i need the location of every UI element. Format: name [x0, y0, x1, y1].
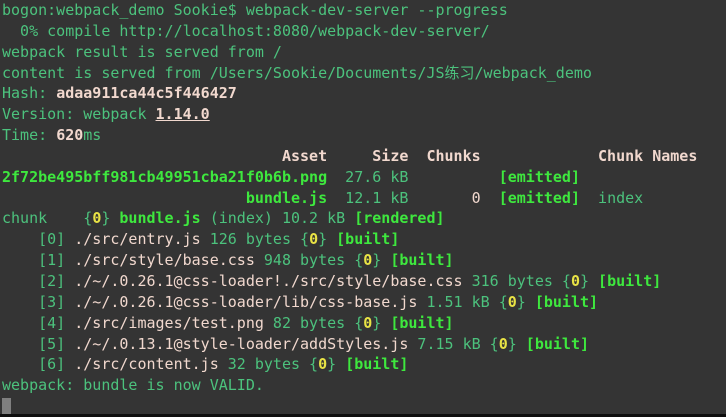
terminal-line: bogon:webpack_demo Sookie$ webpack-dev-s… [2, 0, 726, 21]
terminal-line: 0% compile http://localhost:8080/webpack… [2, 21, 726, 42]
text-segment: ./src/content.js [74, 355, 219, 373]
text-segment: Asset Size Chunks Chunk Names [2, 147, 697, 165]
terminal-line: [6] ./src/content.js 32 bytes {0} [built… [2, 354, 726, 375]
text-segment: [built] [336, 230, 399, 248]
terminal-screen[interactable]: bogon:webpack_demo Sookie$ webpack-dev-s… [2, 0, 726, 417]
text-segment: [2] [2, 272, 74, 290]
text-segment: 12.1 kB [327, 189, 408, 207]
terminal-line: [0] ./src/entry.js 126 bytes {0} [built] [2, 229, 726, 250]
text-segment: [emitted] [499, 168, 580, 186]
text-segment: } [327, 355, 345, 373]
text-segment: webpack: bundle is now VALID. [2, 376, 264, 394]
text-segment: 7.15 kB { [408, 335, 498, 353]
text-segment: 0 [363, 314, 372, 332]
terminal-line: webpack: bundle is now VALID. [2, 375, 726, 396]
text-segment: } [372, 251, 390, 269]
text-segment: Hash: [2, 84, 56, 102]
text-segment: 0 [508, 293, 517, 311]
terminal-line: Hash: adaa911ca44c5f446427 [2, 83, 726, 104]
text-segment: 0 [408, 189, 480, 207]
text-segment: [built] [390, 314, 453, 332]
text-segment: [3] [2, 293, 74, 311]
text-segment: [built] [598, 272, 661, 290]
text-segment: ms [83, 126, 101, 144]
text-segment: index [580, 189, 643, 207]
text-segment: adaa911ca44c5f446427 [56, 84, 237, 102]
text-segment: 32 bytes { [219, 355, 318, 373]
text-segment: bogon:webpack_demo Sookie$ webpack-dev-s… [2, 1, 508, 19]
text-segment: 0% compile http://localhost:8080/webpack… [2, 22, 490, 40]
text-segment: (index) 10.2 kB [201, 209, 355, 227]
terminal-line: Asset Size Chunks Chunk Names [2, 146, 726, 167]
text-segment: 1.14.0 [156, 105, 210, 123]
text-segment: 0 [309, 230, 318, 248]
text-segment: [6] [2, 355, 74, 373]
text-segment: [1] [2, 251, 74, 269]
text-segment: } [318, 230, 336, 248]
text-segment: 316 bytes { [463, 272, 571, 290]
text-segment: } [580, 272, 598, 290]
text-segment: ./~/.0.13.1@style-loader/addStyles.js [74, 335, 408, 353]
text-segment: 620 [56, 126, 83, 144]
text-segment: [built] [390, 251, 453, 269]
text-segment: 0 [499, 335, 508, 353]
text-segment: [5] [2, 335, 74, 353]
text-segment: 27.6 kB [327, 168, 499, 186]
text-segment: } [508, 335, 526, 353]
terminal-line: Version: webpack 1.14.0 [2, 104, 726, 125]
text-segment: 0 [92, 209, 101, 227]
text-segment: [emitted] [499, 189, 580, 207]
text-segment: [4] [2, 314, 74, 332]
text-segment: ./~/.0.26.1@css-loader!./src/style/base.… [74, 272, 462, 290]
terminal-line: [3] ./~/.0.26.1@css-loader/lib/css-base.… [2, 292, 726, 313]
text-segment: 0 [363, 251, 372, 269]
text-segment: ./src/entry.js [74, 230, 200, 248]
terminal-line: content is served from /Users/Sookie/Doc… [2, 63, 726, 84]
text-segment: 0 [318, 355, 327, 373]
text-segment: 1.51 kB { [417, 293, 507, 311]
terminal-line: [1] ./src/style/base.css 948 bytes {0} [… [2, 250, 726, 271]
text-segment: [rendered] [354, 209, 444, 227]
text-segment: [built] [535, 293, 598, 311]
terminal-line: chunk {0} bundle.js (index) 10.2 kB [ren… [2, 208, 726, 229]
terminal-line: Time: 620ms [2, 125, 726, 146]
terminal-line: [4] ./src/images/test.png 82 bytes {0} [… [2, 313, 726, 334]
text-segment: 82 bytes { [264, 314, 363, 332]
text-segment: chunk { [2, 209, 92, 227]
terminal-cursor [2, 398, 11, 414]
text-segment: ./src/images/test.png [74, 314, 264, 332]
text-segment: bundle.js [246, 189, 327, 207]
text-segment: Version: webpack [2, 105, 156, 123]
text-segment: } [101, 209, 119, 227]
text-segment: Time: [2, 126, 56, 144]
text-segment: 948 bytes { [255, 251, 363, 269]
text-segment: bundle.js [119, 209, 200, 227]
text-segment: content is served from /Users/Sookie/Doc… [2, 64, 592, 82]
text-segment: } [372, 314, 390, 332]
terminal-line: [2] ./~/.0.26.1@css-loader!./src/style/b… [2, 271, 726, 292]
text-segment: [built] [345, 355, 408, 373]
text-segment: 126 bytes { [201, 230, 309, 248]
text-segment [481, 189, 499, 207]
text-segment: ./src/style/base.css [74, 251, 255, 269]
text-segment: [0] [2, 230, 74, 248]
text-segment: 2f72be495bff981cb49951cba21f0b6b.png [2, 168, 327, 186]
terminal-window: bogon:webpack_demo Sookie$ webpack-dev-s… [0, 0, 726, 417]
terminal-line: bundle.js 12.1 kB 0 [emitted] index [2, 188, 726, 209]
terminal-line: webpack result is served from / [2, 42, 726, 63]
text-segment: [built] [526, 335, 589, 353]
terminal-line: [5] ./~/.0.13.1@style-loader/addStyles.j… [2, 334, 726, 355]
text-segment: ./~/.0.26.1@css-loader/lib/css-base.js [74, 293, 417, 311]
text-segment [2, 189, 246, 207]
terminal-line: 2f72be495bff981cb49951cba21f0b6b.png 27.… [2, 167, 726, 188]
text-segment: webpack result is served from / [2, 43, 282, 61]
text-segment: } [517, 293, 535, 311]
text-segment: 0 [571, 272, 580, 290]
